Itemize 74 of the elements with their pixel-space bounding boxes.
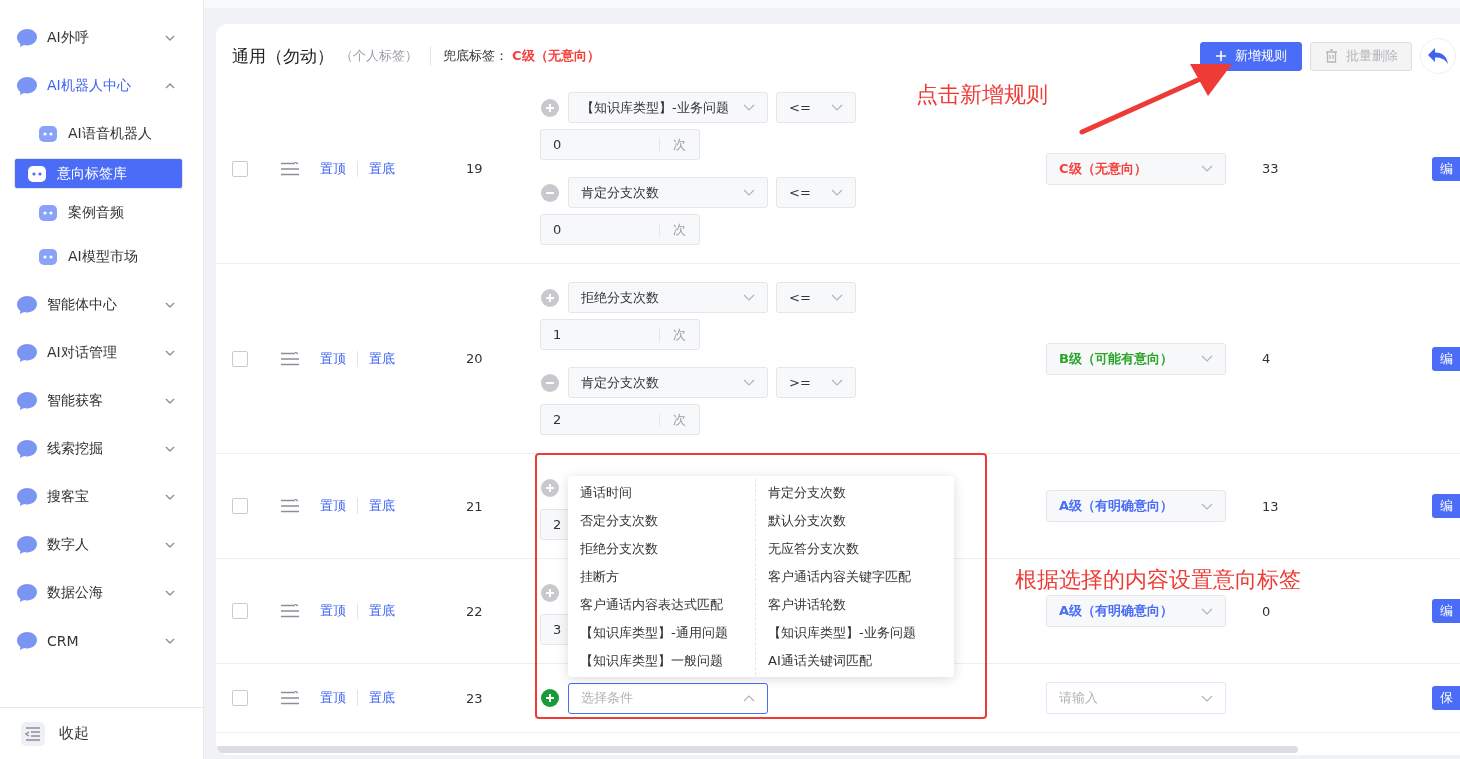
condition-select[interactable]: 拒绝分支次数 — [568, 282, 768, 313]
nav-subitem[interactable]: 意向标签库 — [14, 158, 183, 189]
dropdown-option[interactable]: 通话时间 — [580, 478, 755, 507]
pin-top-link[interactable]: 置顶 — [320, 497, 346, 515]
tag-select[interactable]: A级（有明确意向） — [1046, 595, 1226, 627]
pin-bottom-link[interactable]: 置底 — [369, 497, 395, 515]
dropdown-option[interactable]: 否定分支次数 — [580, 506, 755, 535]
dropdown-option[interactable]: 拒绝分支次数 — [580, 534, 755, 563]
dropdown-option[interactable]: 客户通话内容关键字匹配 — [768, 562, 954, 591]
condition-select[interactable]: 【知识库类型】-业务问题 — [568, 92, 768, 123]
hit-count: 33 — [1262, 161, 1279, 176]
row-action-button[interactable]: 编 — [1432, 494, 1460, 518]
operator-select[interactable]: <= — [776, 282, 856, 313]
nav-item[interactable]: 数字人 — [0, 521, 203, 569]
nav-item[interactable]: 搜客宝 — [0, 473, 203, 521]
dropdown-option[interactable]: AI通话关键词匹配 — [768, 646, 954, 675]
nav-item[interactable]: 线索挖掘 — [0, 425, 203, 473]
pin-top-link[interactable]: 置顶 — [320, 689, 346, 707]
hit-count: 0 — [1262, 603, 1271, 619]
row-action-button[interactable]: 编 — [1432, 599, 1460, 623]
rule-number: 21 — [466, 498, 483, 514]
dropdown-option[interactable]: 【知识库类型】-通用问题 — [580, 618, 755, 647]
page-title: 通用（勿动） — [232, 44, 334, 68]
nav-item[interactable]: 智能体中心 — [0, 281, 203, 329]
row-action-button[interactable]: 编 — [1432, 346, 1460, 371]
nav-item[interactable]: AI对话管理 — [0, 329, 203, 377]
annotation-text: 点击新增规则 — [916, 81, 1048, 109]
nav-subitem[interactable]: 案例音频 — [14, 193, 183, 233]
count-input[interactable]: 0 次 — [540, 214, 700, 245]
pin-bottom-link[interactable]: 置底 — [369, 349, 395, 368]
hit-count: 13 — [1262, 498, 1279, 514]
hit-count: 4 — [1262, 351, 1271, 366]
dropdown-option[interactable]: 挂断方 — [580, 562, 755, 591]
pin-bottom-link[interactable]: 置底 — [369, 602, 395, 620]
nav-item[interactable]: AI机器人中心 — [0, 62, 203, 110]
annotation-text: 根据选择的内容设置意向标签 — [1015, 566, 1301, 594]
fallback-label: 兜底标签： — [443, 47, 508, 65]
tag-select[interactable]: C级（无意向） — [1046, 152, 1226, 185]
dropdown-option[interactable]: 肯定分支次数 — [768, 478, 954, 507]
dropdown-option[interactable]: 客户讲话轮数 — [768, 590, 954, 619]
operator-select[interactable]: >= — [776, 367, 856, 398]
count-input[interactable]: 2 次 — [540, 404, 700, 435]
dropdown-option[interactable]: 默认分支次数 — [768, 506, 954, 535]
rule-number: 23 — [466, 690, 483, 706]
nav-item[interactable]: 智能获客 — [0, 377, 203, 425]
fallback-tag: C级（无意向） — [512, 47, 600, 65]
row-action-button[interactable]: 编 — [1432, 156, 1460, 181]
row-action-button[interactable]: 保 — [1432, 686, 1460, 710]
nav-subitem[interactable]: AI模型市场 — [14, 237, 183, 277]
condition-select[interactable]: 肯定分支次数 — [568, 177, 768, 208]
count-input[interactable]: 0 次 — [540, 129, 700, 160]
dropdown-option[interactable]: 客户通话内容表达式匹配 — [580, 590, 755, 619]
pin-top-link[interactable]: 置顶 — [320, 349, 346, 368]
nav-item[interactable]: CRM — [0, 617, 203, 665]
dropdown-option[interactable]: 【知识库类型】-业务问题 — [768, 618, 954, 647]
condition-select[interactable]: 肯定分支次数 — [568, 367, 768, 398]
rule-number: 19 — [466, 161, 483, 176]
nav-subitem[interactable]: AI语音机器人 — [14, 114, 183, 154]
dropdown-option[interactable]: 【知识库类型】一般问题 — [580, 646, 755, 675]
subtitle: （个人标签） — [340, 47, 418, 65]
pin-top-link[interactable]: 置顶 — [320, 159, 346, 178]
count-input[interactable]: 1 次 — [540, 319, 700, 350]
operator-select[interactable]: <= — [776, 177, 856, 208]
tag-select[interactable]: A级（有明确意向） — [1046, 490, 1226, 522]
rule-number: 22 — [466, 603, 483, 619]
pin-bottom-link[interactable]: 置底 — [369, 159, 395, 178]
nav-item[interactable]: AI外呼 — [0, 14, 203, 62]
dropdown-option[interactable]: 无应答分支次数 — [768, 534, 954, 563]
add-rule-button[interactable]: 新增规则 — [1200, 41, 1302, 71]
nav-item[interactable]: 数据公海 — [0, 569, 203, 617]
pin-top-link[interactable]: 置顶 — [320, 602, 346, 620]
pin-bottom-link[interactable]: 置底 — [369, 689, 395, 707]
operator-select[interactable]: <= — [776, 92, 856, 123]
rule-number: 20 — [466, 351, 483, 366]
